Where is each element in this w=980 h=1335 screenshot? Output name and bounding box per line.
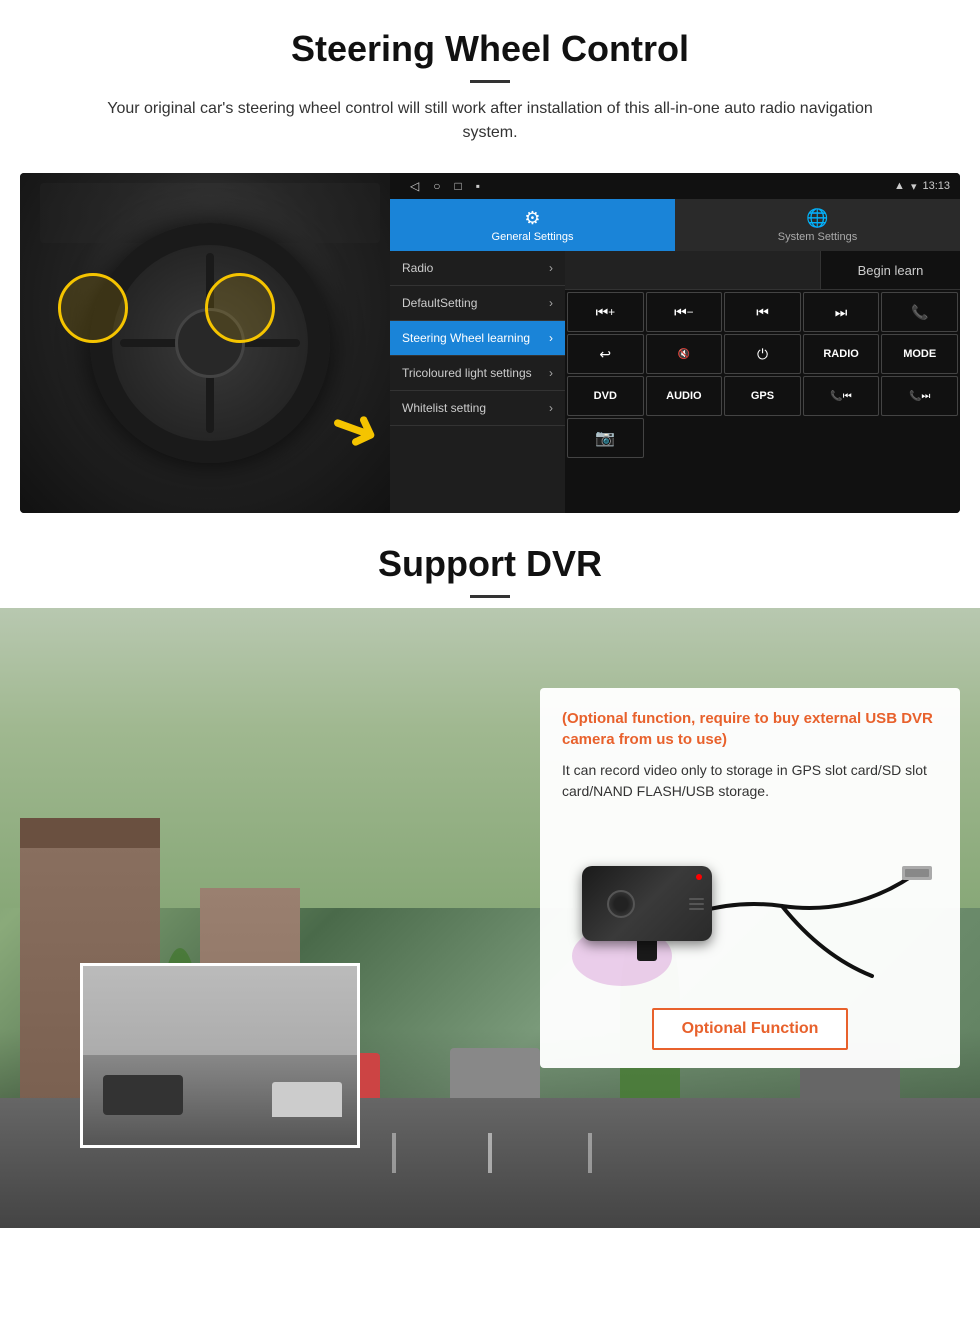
btn-phone-prev[interactable]: 📞⏮ (803, 376, 880, 416)
system-icon: 🌐 (806, 208, 828, 229)
steering-section: Steering Wheel Control Your original car… (0, 0, 980, 513)
btn-gps[interactable]: GPS (724, 376, 801, 416)
section1-header: Steering Wheel Control Your original car… (0, 0, 980, 155)
btn-phone[interactable]: 📞 (881, 292, 958, 332)
status-time: 13:13 (922, 180, 950, 192)
highlight-right (205, 273, 275, 343)
tab-general-settings[interactable]: ⚙ General Settings (390, 199, 675, 251)
dvr-section: Support DVR (0, 513, 980, 1228)
section1-description: Your original car's steering wheel contr… (80, 97, 900, 145)
menu-item-defaultsetting[interactable]: DefaultSetting › (390, 286, 565, 321)
section1-divider (470, 80, 510, 83)
dvr-title: Support DVR (40, 543, 940, 585)
nav-home-icon[interactable]: ○ (433, 179, 440, 193)
highlight-left (58, 273, 128, 343)
dvr-header: Support DVR (0, 513, 980, 608)
btn-next-track[interactable]: ⏭ (803, 292, 880, 332)
chevron-icon: › (549, 261, 553, 275)
btn-power[interactable]: ⏻ (724, 334, 801, 374)
optional-function-button[interactable]: Optional Function (652, 1008, 849, 1050)
begin-learn-empty (565, 251, 820, 289)
nav-recent-icon[interactable]: □ (454, 179, 461, 193)
steering-photo: ➜ (20, 173, 400, 513)
menu-item-steering-wheel[interactable]: Steering Wheel learning › (390, 321, 565, 356)
controls-area: Begin learn ⏮+ ⏮− ⏮ ⏭ 📞 ↩ 🔇 ⏻ RADIO (565, 251, 960, 513)
menu-list: Radio › DefaultSetting › Steering Wheel … (390, 251, 565, 513)
btn-audio[interactable]: AUDIO (646, 376, 723, 416)
begin-learn-button[interactable]: Begin learn (820, 251, 960, 289)
chevron-icon: › (549, 401, 553, 415)
signal-icon: ▲ (894, 180, 905, 192)
nav-icons: ◁ ○ □ ▪ (410, 179, 480, 193)
panel-main: Radio › DefaultSetting › Steering Wheel … (390, 251, 960, 513)
dvr-info-body: It can record video only to storage in G… (562, 760, 938, 802)
btn-dvd[interactable]: DVD (567, 376, 644, 416)
chevron-icon: › (549, 366, 553, 380)
section1-title: Steering Wheel Control (40, 28, 940, 70)
begin-learn-row: Begin learn (565, 251, 960, 290)
yellow-arrow-icon: ➜ (319, 387, 390, 470)
btn-phone-next[interactable]: 📞⏭ (881, 376, 958, 416)
chevron-icon: › (549, 296, 553, 310)
btn-mode[interactable]: MODE (881, 334, 958, 374)
btn-vol-plus[interactable]: ⏮+ (567, 292, 644, 332)
nav-menu-icon[interactable]: ▪ (476, 179, 480, 193)
menu-item-whitelist[interactable]: Whitelist setting › (390, 391, 565, 426)
menu-item-tricoloured[interactable]: Tricoloured light settings › (390, 356, 565, 391)
tab-system-label: System Settings (778, 231, 857, 243)
btn-radio[interactable]: RADIO (803, 334, 880, 374)
steering-composite: ➜ ◁ ○ □ ▪ ▲ ▾ 13:13 ⚙ General Setting (20, 173, 960, 513)
chevron-icon: › (549, 331, 553, 345)
tab-bar: ⚙ General Settings 🌐 System Settings (390, 199, 960, 251)
control-button-grid: ⏮+ ⏮− ⏮ ⏭ 📞 ↩ 🔇 ⏻ RADIO MODE DVD AUDIO (565, 290, 960, 460)
btn-extra[interactable]: 📷 (567, 418, 644, 458)
gear-icon: ⚙ (524, 208, 540, 229)
btn-mute[interactable]: 🔇 (646, 334, 723, 374)
nav-back-icon[interactable]: ◁ (410, 179, 419, 193)
dvr-camera-image (562, 816, 938, 996)
menu-item-radio[interactable]: Radio › (390, 251, 565, 286)
dvr-divider (470, 595, 510, 598)
tab-general-label: General Settings (492, 231, 574, 243)
status-bar: ◁ ○ □ ▪ ▲ ▾ 13:13 (390, 173, 960, 199)
btn-hangup[interactable]: ↩ (567, 334, 644, 374)
wifi-icon: ▾ (911, 180, 917, 193)
dvr-background: (Optional function, require to buy exter… (0, 608, 980, 1228)
steering-wheel (90, 223, 330, 463)
android-panel: ◁ ○ □ ▪ ▲ ▾ 13:13 ⚙ General Settings 🌐 S… (390, 173, 960, 513)
dashcam-thumbnail (80, 963, 360, 1148)
tab-system-settings[interactable]: 🌐 System Settings (675, 199, 960, 251)
dvr-info-title: (Optional function, require to buy exter… (562, 708, 938, 750)
btn-prev-track[interactable]: ⏮ (724, 292, 801, 332)
btn-vol-minus[interactable]: ⏮− (646, 292, 723, 332)
dvr-info-box: (Optional function, require to buy exter… (540, 688, 960, 1068)
